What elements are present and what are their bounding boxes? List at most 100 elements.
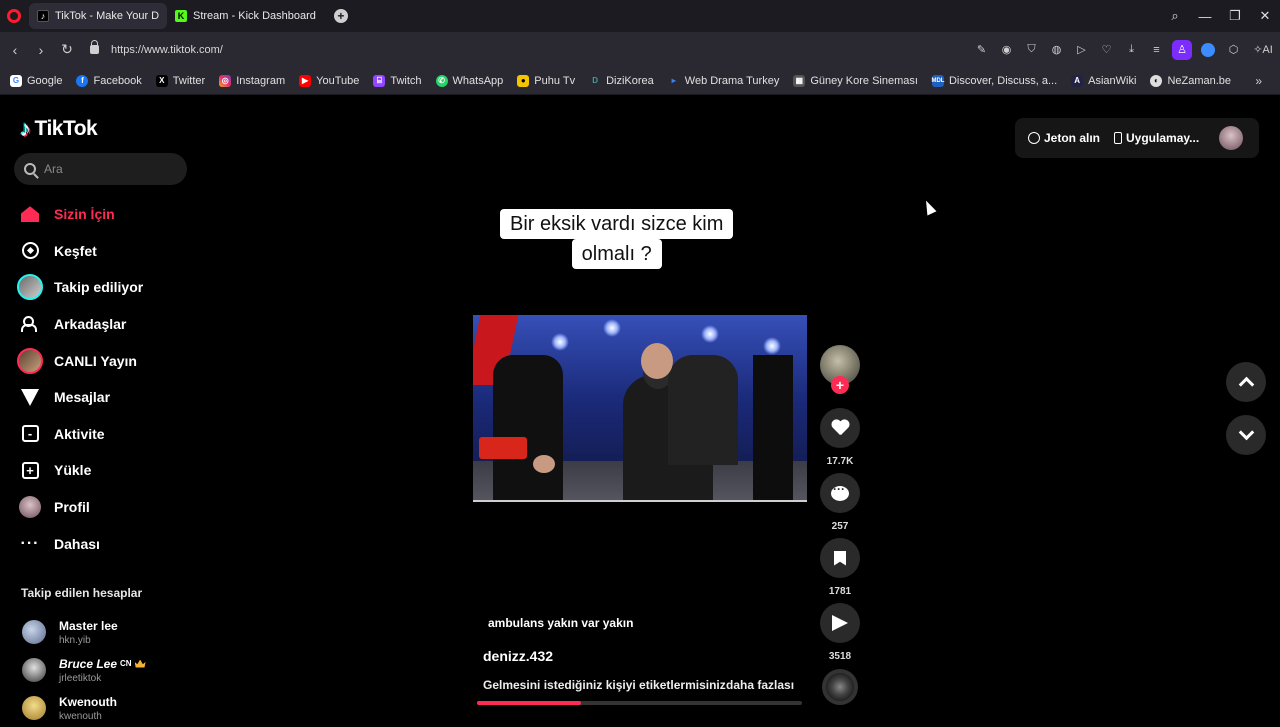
nav-item-upload[interactable]: + Yükle [16,452,206,489]
following-accounts-title: Takip edilen hesaplar [21,586,143,600]
share-icon [832,615,848,631]
video-player[interactable] [473,315,807,501]
nav-item-for-you[interactable]: Sizin İçin [16,196,206,233]
bookmark-youtube[interactable]: ▶ YouTube [299,74,359,87]
opera-logo-icon[interactable] [7,9,21,23]
comment-action: 257 [820,473,860,532]
camera-icon[interactable]: ◉ [994,43,1019,56]
bookmark-whatsapp[interactable]: ✆ WhatsApp [435,74,503,87]
save-action: 1781 [820,538,860,597]
nav-item-explore[interactable]: Keşfet [16,233,206,270]
bookmark-dizikorea[interactable]: D DiziKorea [589,75,654,87]
playback-progress-fill [477,701,581,705]
previous-video-button[interactable] [1226,362,1266,402]
like-button[interactable] [820,408,860,448]
bookmark-webdrama[interactable]: ▸ Web Drama Turkey [668,75,780,87]
like-count: 17.7K [826,456,854,467]
next-video-button[interactable] [1226,415,1266,455]
nav-label: Mesajlar [54,389,111,406]
playback-progress-bar[interactable] [477,701,802,705]
shield-icon[interactable]: ⛉ [1019,43,1044,56]
tab-title: Stream - Kick Dashboard [193,10,316,22]
share-button[interactable] [820,603,860,643]
bookmark-nezaman[interactable]: ◐ NeZaman.be [1150,74,1231,87]
nav-label: Keşfet [54,242,97,259]
follow-plus-button[interactable]: + [831,376,849,394]
nav-label: Dahası [54,535,100,552]
nav-item-messages[interactable]: Mesajlar [16,379,206,416]
get-app-button[interactable]: Uygulamay... [1114,131,1199,145]
bookmark-puhutv[interactable]: ● Puhu Tv [517,74,575,87]
following-account-item[interactable]: Master lee hkn.yib [22,613,202,651]
edit-icon[interactable]: ✎ [969,43,994,56]
maximize-button[interactable]: ❐ [1220,8,1250,24]
nav-item-more[interactable]: ··· Dahası [16,525,206,562]
download-icon[interactable]: ⤓ [1119,43,1144,56]
bookmark-instagram[interactable]: ◎ Instagram [219,74,285,87]
profile-avatar-icon [16,493,44,521]
profile-extension-icon[interactable]: ♙ [1172,39,1192,60]
account-name: Kwenouth [59,694,117,709]
ai-button[interactable]: ✧AI [1246,43,1280,56]
chevron-up-icon [1238,376,1254,393]
save-button[interactable] [820,538,860,578]
menu-icon[interactable]: ≡ [1144,44,1169,56]
x-icon: X [155,74,168,87]
video-author[interactable]: denizz.432 [483,648,553,664]
video-caption-overlay: Bir eksik vardı sizce kim olmalı ? [500,209,734,269]
get-coins-label: Jeton alın [1044,131,1101,145]
new-tab-button[interactable]: + [333,9,348,23]
bookmark-google[interactable]: G Google [10,74,63,87]
coin-icon [1028,132,1040,144]
film-icon: ▦ [793,74,806,87]
bookmark-label: DiziKorea [606,74,654,87]
reload-button[interactable]: ↻ [54,41,80,58]
extension-blue-icon[interactable] [1201,42,1215,57]
search-input[interactable] [44,162,164,176]
bookmark-facebook[interactable]: f Facebook [76,74,142,87]
comment-button[interactable] [820,473,860,513]
more-link[interactable]: daha fazlası [726,678,794,692]
following-account-item[interactable]: Bruce Lee CN jrleetiktok [22,651,202,689]
nav-item-following[interactable]: Takip ediliyor [16,269,206,306]
heart-icon[interactable]: ♡ [1094,43,1119,56]
tab-search-icon[interactable]: ⌕ [1160,8,1190,24]
bookmark-mdl[interactable]: MDL Discover, Discuss, a... [931,74,1057,87]
nav-item-friends[interactable]: Arkadaşlar [16,306,206,343]
minimize-button[interactable]: — [1190,9,1220,24]
search-bar [14,153,187,185]
nav-item-live[interactable]: CANLI Yayın [16,342,206,379]
bookmark-asianwiki[interactable]: A AsianWiki [1071,74,1136,87]
crown-icon [134,659,146,668]
bookmark-label: Facebook [93,74,142,87]
search-icon[interactable] [24,163,36,175]
nav-item-profile[interactable]: Profil [16,489,206,526]
google-icon: G [10,74,22,87]
bookmark-guney-kore[interactable]: ▦ Güney Kore Sineması [793,74,918,87]
bookmark-twitter[interactable]: X Twitter [155,74,205,87]
lock-icon [90,40,99,54]
nav-item-activity[interactable]: - Aktivite [16,416,206,453]
window-controls: ⌕ — ❐ ✕ [1160,0,1280,32]
bookmark-twitch[interactable]: ⌸ Twitch [373,74,422,87]
cube-extension-icon[interactable]: ⬡ [1221,43,1246,56]
bookmarks-overflow-icon[interactable]: » [1255,74,1262,88]
twitch-icon: ⌸ [373,74,386,87]
user-avatar[interactable] [1219,126,1244,150]
bookmark-label: Google [27,74,63,87]
vpn-icon[interactable]: ◍ [1044,43,1069,56]
following-account-item[interactable]: Kwenouth kwenouth [22,689,202,727]
mouse-cursor [921,198,937,216]
player-icon[interactable]: ▷ [1069,43,1094,56]
friends-icon [16,310,44,338]
comment-icon [831,482,849,501]
back-button[interactable]: ‹ [2,42,28,58]
music-disc-icon[interactable] [822,669,858,705]
forward-button[interactable]: › [28,42,54,58]
url-field[interactable]: https://www.tiktok.com/ [90,40,223,56]
close-window-button[interactable]: ✕ [1250,8,1280,24]
tab-tiktok[interactable]: ♪ TikTok - Make Your Da [29,3,167,29]
tiktok-logo[interactable]: ♪ TikTok [20,116,98,142]
tab-kick[interactable]: K Stream - Kick Dashboard [167,3,324,29]
get-coins-button[interactable]: Jeton alın [1028,131,1100,145]
